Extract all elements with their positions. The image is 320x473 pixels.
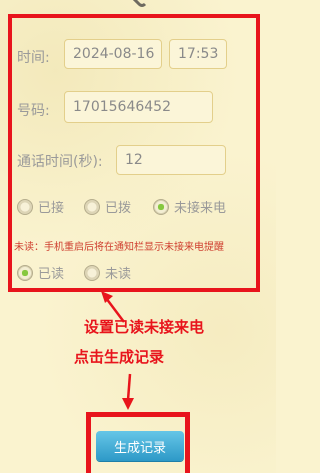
radio-circle-icon [84, 264, 100, 281]
radio-dialed-label: 已拨 [105, 201, 132, 216]
radio-read[interactable]: 已读 [17, 263, 64, 282]
radio-selected-icon [17, 264, 33, 281]
time-value: 17:53 [178, 46, 219, 62]
generate-record-button[interactable]: 生成记录 [96, 431, 184, 461]
radio-missed[interactable]: 未接来电 [153, 197, 226, 216]
duration-field[interactable]: 12 [116, 145, 226, 175]
radio-answered[interactable]: 已接 [17, 197, 64, 216]
radio-unread[interactable]: 未读 [84, 263, 131, 282]
radio-answered-label: 已接 [38, 201, 65, 216]
radio-read-label: 已读 [38, 267, 65, 282]
radio-unread-label: 未读 [105, 267, 132, 282]
annotation-click-generate: 点击生成记录 [74, 348, 165, 366]
time-label: 时间: [17, 50, 50, 66]
number-label: 号码: [17, 103, 50, 119]
arrow-down-icon [122, 373, 134, 410]
radio-circle-icon [17, 198, 33, 215]
duration-label: 通话时间(秒): [17, 154, 103, 170]
hook-icon [132, 0, 147, 7]
radio-selected-icon [153, 198, 169, 215]
radio-dialed[interactable]: 已拨 [84, 197, 131, 216]
radio-circle-icon [84, 198, 100, 215]
annotation-set-read-missed: 设置已读未接来电 [84, 318, 205, 336]
unread-hint: 未读：手机重启后将在通知栏显示未接来电提醒 [14, 242, 224, 253]
phone-number-value: 17015646452 [73, 99, 171, 115]
time-field[interactable]: 17:53 [169, 39, 227, 69]
date-field[interactable]: 2024-08-16 [64, 39, 162, 69]
date-value: 2024-08-16 [73, 46, 155, 62]
radio-missed-label: 未接来电 [174, 201, 227, 216]
duration-value: 12 [125, 152, 143, 168]
phone-number-field[interactable]: 17015646452 [64, 91, 213, 123]
